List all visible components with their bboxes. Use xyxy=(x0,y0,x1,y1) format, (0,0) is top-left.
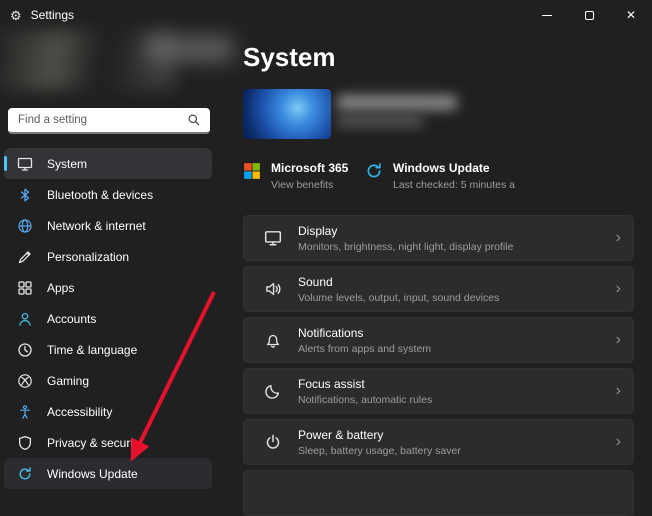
quick-action-text: Microsoft 365 View benefits xyxy=(271,161,348,191)
system-icon xyxy=(17,156,33,172)
row-title: Sound xyxy=(298,274,333,289)
bell-icon xyxy=(264,331,282,349)
windows-update-status-card[interactable]: Windows Update Last checked: 5 minutes a xyxy=(365,161,515,191)
globe-icon xyxy=(17,218,33,234)
row-text: Notifications Alerts from apps and syste… xyxy=(298,326,608,355)
sidebar-item-gaming[interactable]: Gaming xyxy=(4,365,212,396)
sidebar-item-accessibility[interactable]: Accessibility xyxy=(4,396,212,427)
row-subtitle: Alerts from apps and system xyxy=(298,342,432,355)
sidebar-item-label: System xyxy=(47,156,88,171)
blurred-device-subtext xyxy=(337,115,423,127)
sidebar-item-accounts[interactable]: Accounts xyxy=(4,303,212,334)
row-subtitle: Sleep, battery usage, battery saver xyxy=(298,444,461,457)
blurred-user-name xyxy=(146,36,234,62)
chevron-right-icon: › xyxy=(615,382,621,399)
paintbrush-icon xyxy=(17,249,33,265)
row-text: Power & battery Sleep, battery usage, ba… xyxy=(298,428,608,457)
sidebar-item-label: Network & internet xyxy=(47,218,146,233)
microsoft-365-card[interactable]: Microsoft 365 View benefits xyxy=(243,161,365,191)
sidebar-item-label: Apps xyxy=(47,280,75,295)
row-title: Focus assist xyxy=(298,376,365,391)
sidebar-item-label: Accounts xyxy=(47,311,97,326)
sidebar-item-label: Accessibility xyxy=(47,404,113,419)
maximize-icon xyxy=(584,10,594,20)
row-subtitle: Monitors, brightness, night light, displ… xyxy=(298,240,514,253)
sidebar-item-windows-update[interactable]: Windows Update xyxy=(4,458,212,489)
xbox-icon xyxy=(17,373,33,389)
sidebar-item-personalization[interactable]: Personalization xyxy=(4,241,212,272)
settings-row-focus-assist[interactable]: Focus assist Notifications, automatic ru… xyxy=(243,368,634,414)
window-title: Settings xyxy=(30,8,75,22)
chevron-right-icon: › xyxy=(615,433,621,450)
microsoft-logo-icon xyxy=(243,162,261,180)
search-input[interactable] xyxy=(8,114,187,126)
search-box[interactable] xyxy=(8,108,210,134)
quick-action-text: Windows Update Last checked: 5 minutes a xyxy=(393,161,515,191)
chevron-right-icon: › xyxy=(615,331,621,348)
apps-grid-icon xyxy=(17,280,33,296)
row-title: Display xyxy=(298,223,338,238)
row-subtitle: Volume levels, output, input, sound devi… xyxy=(298,291,500,304)
window-controls: ✕ xyxy=(526,0,652,30)
row-title: Notifications xyxy=(298,325,364,340)
settings-row-notifications[interactable]: Notifications Alerts from apps and syste… xyxy=(243,317,634,363)
settings-row-sound[interactable]: Sound Volume levels, output, input, soun… xyxy=(243,266,634,312)
row-text: Display Monitors, brightness, night ligh… xyxy=(298,224,608,253)
windows-update-icon xyxy=(17,466,33,482)
sidebar-item-time-language[interactable]: Time & language xyxy=(4,334,212,365)
sidebar-item-privacy-security[interactable]: Privacy & security xyxy=(4,427,212,458)
sidebar-item-label: Bluetooth & devices xyxy=(47,187,154,202)
speaker-icon xyxy=(264,280,282,298)
settings-list: Display Monitors, brightness, night ligh… xyxy=(243,215,634,516)
view-benefits-link[interactable]: View benefits xyxy=(271,179,348,191)
update-sync-icon xyxy=(365,162,383,180)
shield-icon xyxy=(17,435,33,451)
row-text: Sound Volume levels, output, input, soun… xyxy=(298,275,608,304)
chevron-right-icon: › xyxy=(615,280,621,297)
moon-icon xyxy=(264,382,282,400)
sidebar-item-label: Privacy & security xyxy=(47,435,143,450)
sidebar-item-label: Gaming xyxy=(47,373,90,388)
quick-action-title: Windows Update xyxy=(393,161,490,175)
settings-row-display[interactable]: Display Monitors, brightness, night ligh… xyxy=(243,215,634,261)
sidebar-item-label: Windows Update xyxy=(47,466,138,481)
power-icon xyxy=(264,433,282,451)
selection-indicator xyxy=(4,156,7,171)
search-icon[interactable] xyxy=(187,113,201,127)
sidebar-item-label: Time & language xyxy=(47,342,138,357)
minimize-icon xyxy=(542,14,552,16)
sidebar-item-apps[interactable]: Apps xyxy=(4,272,212,303)
blurred-device-name xyxy=(337,95,457,110)
device-wallpaper-thumbnail xyxy=(243,89,331,139)
accessibility-person-icon xyxy=(17,404,33,420)
last-checked-status: Last checked: 5 minutes a xyxy=(393,179,515,191)
sidebar-item-system[interactable]: System xyxy=(4,148,212,179)
sidebar-item-network-internet[interactable]: Network & internet xyxy=(4,210,212,241)
quick-actions-row: Microsoft 365 View benefits Windows Upda… xyxy=(243,161,634,191)
row-title: Power & battery xyxy=(298,427,384,442)
chevron-right-icon: › xyxy=(615,229,621,246)
settings-row-partial[interactable] xyxy=(243,470,634,516)
bluetooth-icon xyxy=(17,187,33,203)
page-title: System xyxy=(243,42,336,72)
close-icon: ✕ xyxy=(625,8,637,22)
settings-row-power-battery[interactable]: Power & battery Sleep, battery usage, ba… xyxy=(243,419,634,465)
titlebar: ⚙ Settings ✕ xyxy=(0,0,652,30)
display-icon xyxy=(264,229,282,247)
person-icon xyxy=(17,311,33,327)
row-subtitle: Notifications, automatic rules xyxy=(298,393,433,406)
clock-icon xyxy=(17,342,33,358)
minimize-button[interactable] xyxy=(526,0,568,30)
maximize-button[interactable] xyxy=(568,0,610,30)
quick-action-title: Microsoft 365 xyxy=(271,161,349,175)
close-button[interactable]: ✕ xyxy=(610,0,652,30)
sidebar-item-label: Personalization xyxy=(47,249,130,264)
sidebar-item-bluetooth-devices[interactable]: Bluetooth & devices xyxy=(4,179,212,210)
settings-gear-icon: ⚙ xyxy=(10,7,22,23)
row-text: Focus assist Notifications, automatic ru… xyxy=(298,377,608,406)
sidebar-nav: System Bluetooth & devices Network & int… xyxy=(4,148,212,489)
sidebar: System Bluetooth & devices Network & int… xyxy=(0,30,218,498)
